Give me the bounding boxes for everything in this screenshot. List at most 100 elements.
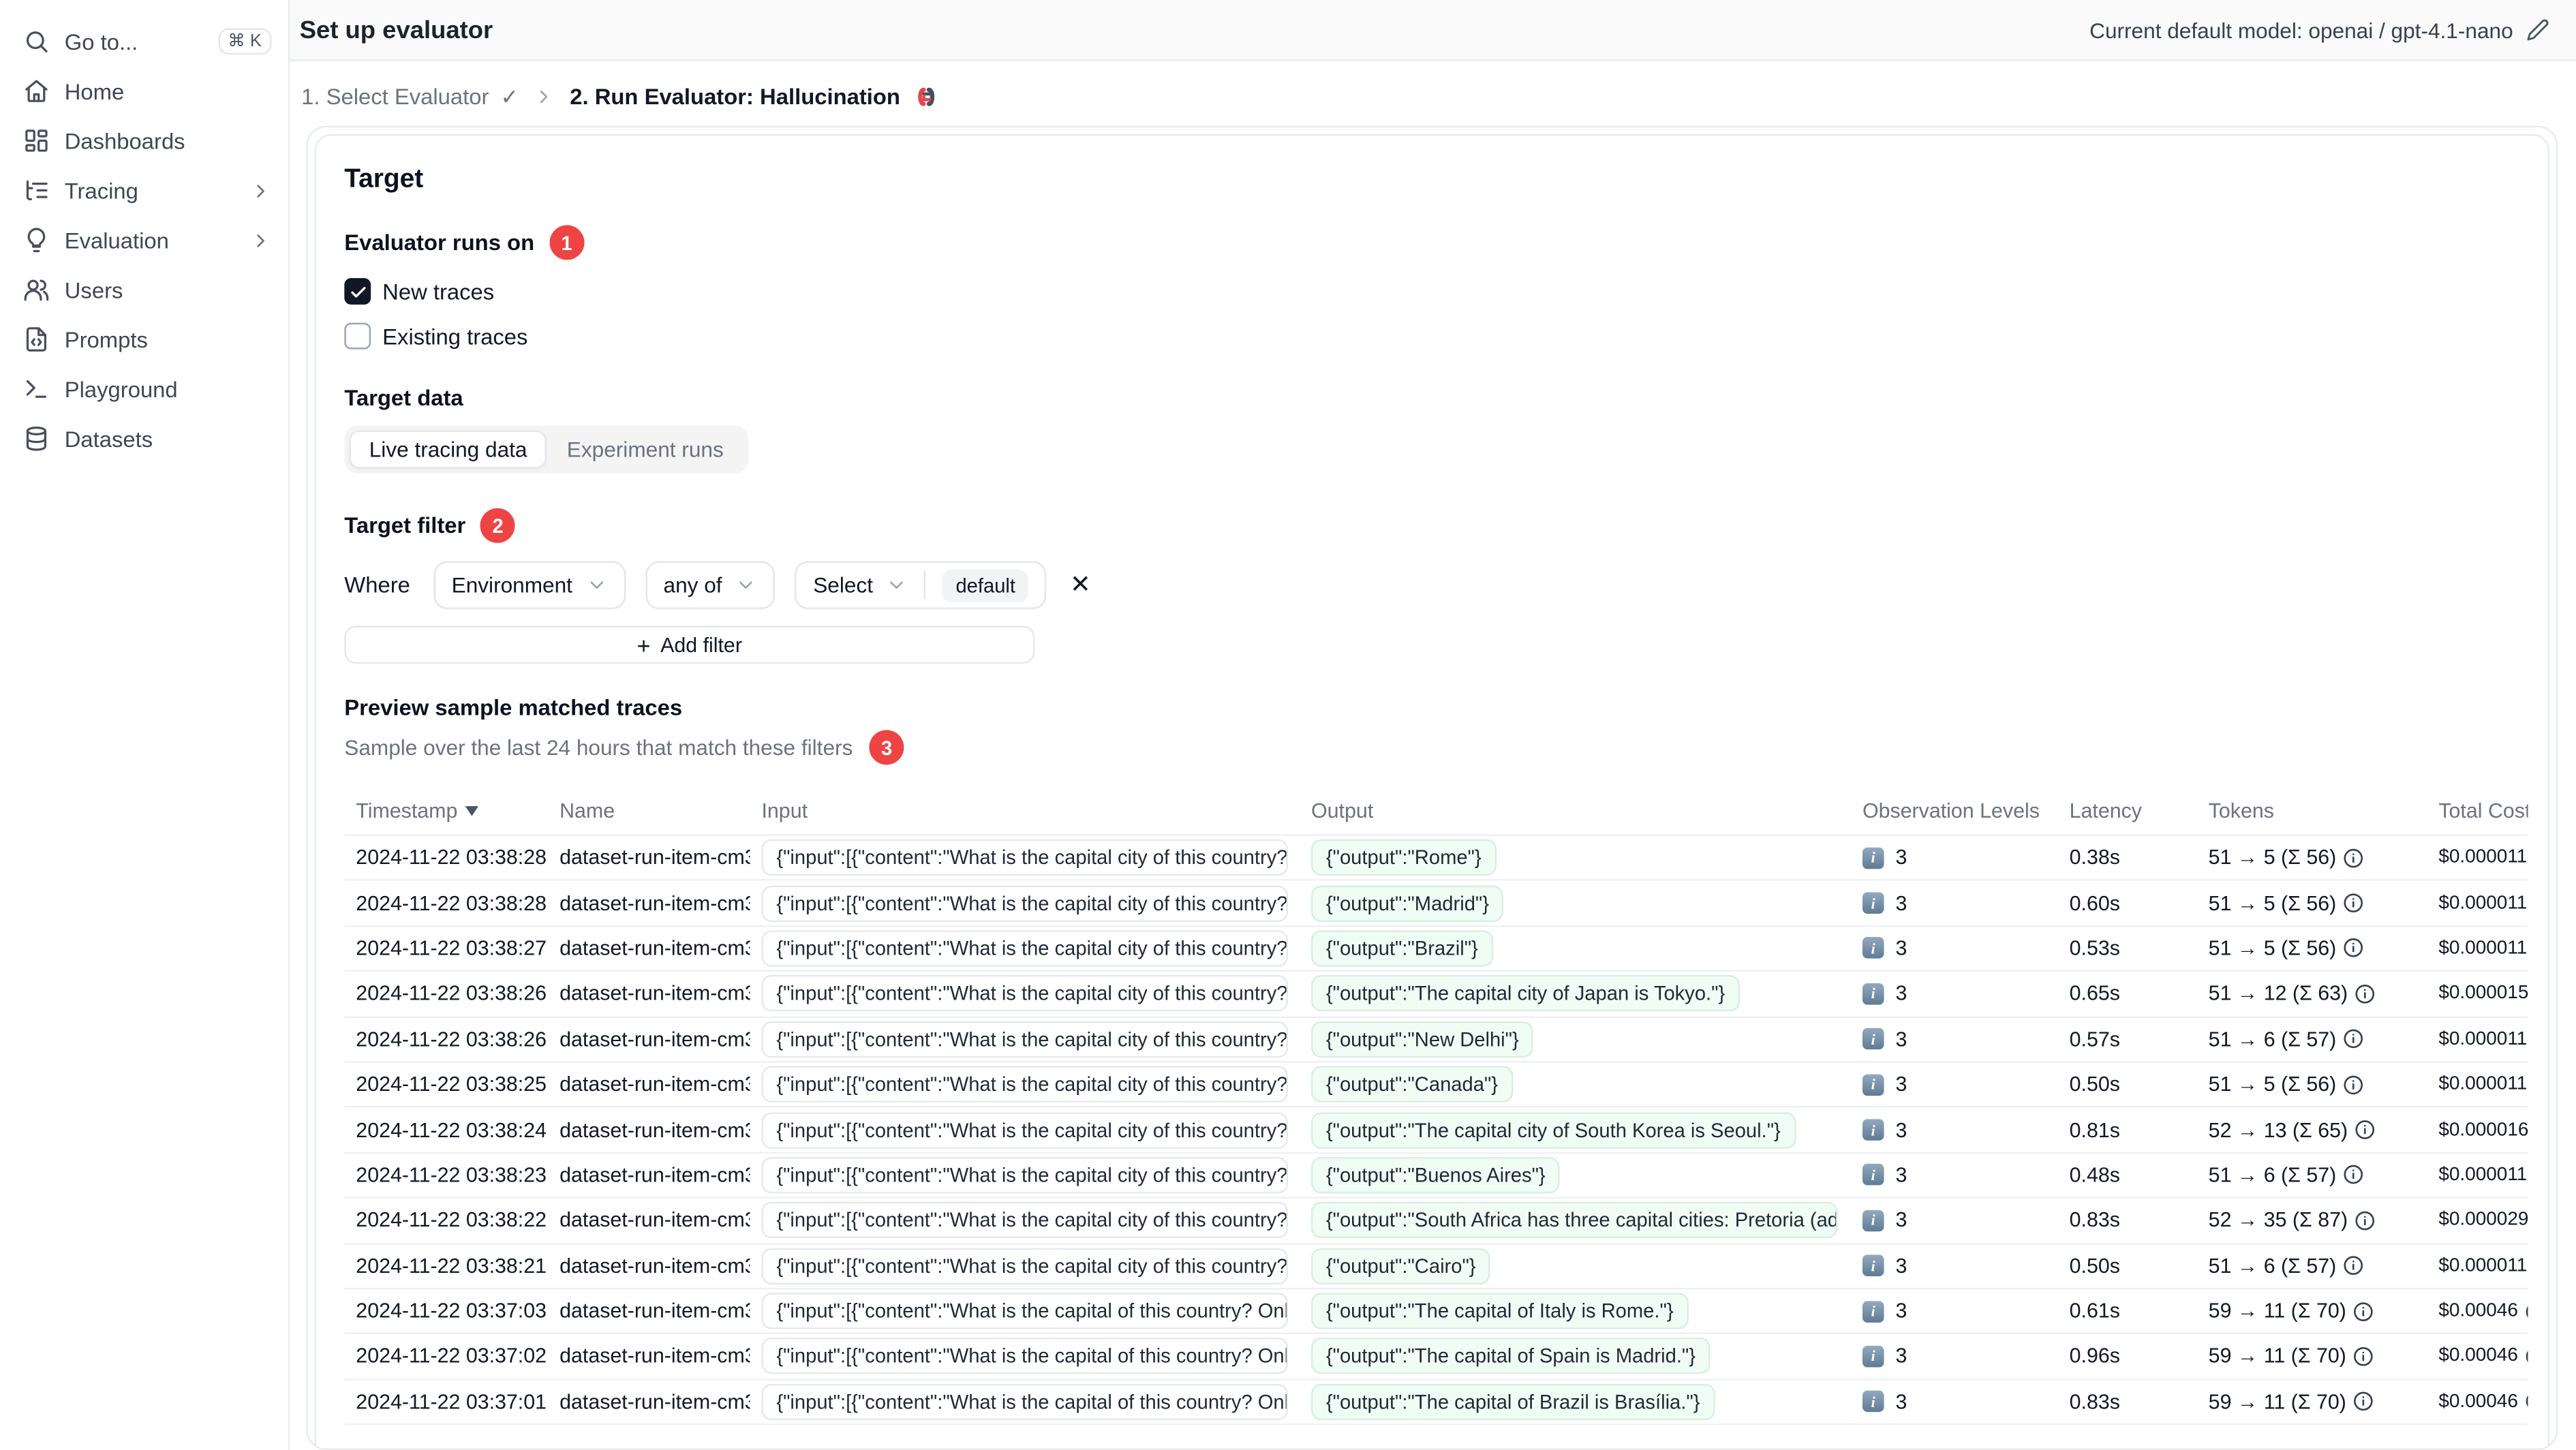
input-chip[interactable]: {"input":[{"content":"What is the capita… <box>761 1156 1288 1194</box>
cell-total-cost: $0.000029 <box>2438 1210 2528 1231</box>
edit-pencil-icon[interactable] <box>2526 18 2549 42</box>
terminal-icon <box>23 375 50 402</box>
existing-traces-checkbox[interactable] <box>344 322 371 350</box>
output-chip[interactable]: {"output":"South Africa has three capita… <box>1311 1202 1838 1239</box>
cell-output: {"output":"New Delhi"} <box>1300 1021 1851 1058</box>
table-row[interactable]: 2024-11-22 03:38:24 dataset-run-item-cm3… <box>344 1108 2528 1154</box>
output-chip[interactable]: {"output":"The capital of Spain is Madri… <box>1311 1338 1711 1375</box>
col-output[interactable]: Output <box>1300 799 1851 822</box>
table-row[interactable]: 2024-11-22 03:38:26 dataset-run-item-cm3… <box>344 972 2528 1017</box>
output-chip[interactable]: {"output":"Canada"} <box>1311 1066 1513 1103</box>
new-traces-option[interactable]: New traces <box>344 278 2547 305</box>
cell-total-cost: $0.000011 <box>2427 1255 2528 1277</box>
input-chip[interactable]: {"input":[{"content":"What is the capita… <box>761 839 1288 876</box>
table-row[interactable]: 2024-11-22 03:38:25 dataset-run-item-cm3… <box>344 1062 2528 1109</box>
sidebar-item-label: Tracing <box>64 178 138 203</box>
table-row[interactable]: 2024-11-22 03:37:03 dataset-run-item-cm3… <box>344 1289 2528 1335</box>
remove-filter-button[interactable]: ✕ <box>1070 573 1091 598</box>
output-chip[interactable]: {"output":"Brazil"} <box>1311 930 1493 967</box>
output-chip[interactable]: {"output":"Madrid"} <box>1311 884 1504 922</box>
col-tokens[interactable]: Tokens <box>2197 799 2427 822</box>
cell-tokens: 51 → 6 (Σ 57) <box>2197 1164 2427 1187</box>
cell-output: {"output":"The capital city of Japan is … <box>1300 975 1851 1013</box>
output-chip[interactable]: {"output":"The capital of Italy is Rome.… <box>1311 1293 1689 1329</box>
sidebar-item-home[interactable]: Home <box>0 66 288 116</box>
col-input[interactable]: Input <box>750 799 1300 822</box>
lightbulb-icon <box>23 227 50 253</box>
filter-column-select[interactable]: Environment <box>433 561 626 609</box>
cell-name: dataset-run-item-cm3s4 <box>559 1163 750 1187</box>
cell-name: dataset-run-item-cm3s4 <box>559 1118 750 1142</box>
input-chip[interactable]: {"input":[{"content":"What is the capita… <box>761 1338 1288 1375</box>
col-latency[interactable]: Latency <box>2058 799 2197 822</box>
output-chip[interactable]: {"output":"Rome"} <box>1311 839 1497 876</box>
col-name[interactable]: Name <box>548 799 750 822</box>
input-chip[interactable]: {"input":[{"content":"What is the capita… <box>761 1293 1288 1329</box>
cell-observation-levels: i 3 <box>1851 1118 2058 1141</box>
plus-icon: + <box>637 631 651 658</box>
table-row[interactable]: 2024-11-22 03:38:27 dataset-run-item-cm3… <box>344 927 2528 972</box>
input-chip[interactable]: {"input":[{"content":"What is the capita… <box>761 930 1288 967</box>
evaluator-runs-on-label: Evaluator runs on 1 <box>344 225 2547 260</box>
add-filter-button[interactable]: + Add filter <box>344 626 1035 664</box>
cell-input: {"input":[{"content":"What is the capita… <box>750 839 1300 876</box>
level-info-badge: i <box>1862 847 1884 869</box>
sidebar-item-evaluation[interactable]: Evaluation <box>0 215 288 265</box>
cell-total-cost: $0.000016 <box>2438 1120 2528 1140</box>
sidebar-item-users[interactable]: Users <box>0 265 288 315</box>
table-row[interactable]: 2024-11-22 03:38:26 dataset-run-item-cm3… <box>344 1017 2528 1063</box>
sidebar-item-playground[interactable]: Playground <box>0 364 288 414</box>
table-row[interactable]: 2024-11-22 03:38:28 dataset-run-item-cm3… <box>344 836 2528 882</box>
cell-output: {"output":"Brazil"} <box>1300 930 1851 967</box>
table-row[interactable]: 2024-11-22 03:37:01 dataset-run-item-cm3… <box>344 1380 2528 1425</box>
sidebar-search[interactable]: Go to... ⌘ K <box>0 16 288 66</box>
output-chip[interactable]: {"output":"The capital city of Japan is … <box>1311 975 1741 1013</box>
sidebar-search-label: Go to... <box>64 29 138 54</box>
new-traces-checkbox[interactable] <box>344 278 371 305</box>
output-chip[interactable]: {"output":"The capital city of South Kor… <box>1311 1111 1796 1148</box>
cell-name: dataset-run-item-cm3s4 <box>559 891 750 915</box>
existing-traces-option[interactable]: Existing traces <box>344 322 2547 350</box>
filter-value-select[interactable]: Select default <box>795 561 1047 609</box>
input-chip[interactable]: {"input":[{"content":"What is the capita… <box>761 884 1288 922</box>
sidebar-item-prompts[interactable]: Prompts <box>0 315 288 365</box>
input-chip[interactable]: {"input":[{"content":"What is the capita… <box>761 1202 1288 1239</box>
col-total-cost[interactable]: Total Cost <box>2427 799 2528 822</box>
cell-total-cost: $0.000011 <box>2427 847 2528 869</box>
cell-observation-levels: i 3 <box>1851 982 2058 1005</box>
cell-total-cost: $0.000011 <box>2427 938 2528 959</box>
sidebar-item-label: Playground <box>64 376 178 402</box>
input-chip[interactable]: {"input":[{"content":"What is the capita… <box>761 975 1288 1013</box>
tab-live-tracing-data[interactable]: Live tracing data <box>349 430 547 469</box>
col-observation-levels[interactable]: Observation Levels <box>1851 799 2058 822</box>
output-chip[interactable]: {"output":"New Delhi"} <box>1311 1021 1534 1058</box>
filter-row: Where Environment any of Select default … <box>344 561 2547 609</box>
table-row[interactable]: 2024-11-22 03:38:23 dataset-run-item-cm3… <box>344 1154 2528 1199</box>
table-row[interactable]: 2024-11-22 03:38:21 dataset-run-item-cm3… <box>344 1244 2528 1290</box>
input-chip[interactable]: {"input":[{"content":"What is the capita… <box>761 1021 1288 1058</box>
shortcut-badge: ⌘ K <box>217 27 272 55</box>
output-chip[interactable]: {"output":"Buenos Aires"} <box>1311 1156 1561 1194</box>
table-row[interactable]: 2024-11-22 03:37:02 dataset-run-item-cm3… <box>344 1335 2528 1380</box>
tab-experiment-runs[interactable]: Experiment runs <box>547 431 743 469</box>
cell-timestamp: 2024-11-22 03:37:03 <box>356 1299 547 1323</box>
table-row[interactable]: 2024-11-22 03:38:22 dataset-run-item-cm3… <box>344 1199 2528 1244</box>
input-chip[interactable]: {"input":[{"content":"What is the capita… <box>761 1066 1288 1103</box>
table-row[interactable]: 2024-11-22 03:38:28 dataset-run-item-cm3… <box>344 881 2528 927</box>
cell-observation-levels: i 3 <box>1851 1028 2058 1051</box>
filter-operator-select[interactable]: any of <box>645 561 776 609</box>
breadcrumb-step-1[interactable]: 1. Select Evaluator ✓ <box>301 84 519 110</box>
info-circle-icon <box>2343 1028 2365 1050</box>
sidebar-item-dashboards[interactable]: Dashboards <box>0 116 288 166</box>
input-chip[interactable]: {"input":[{"content":"What is the capita… <box>761 1383 1288 1421</box>
sidebar-item-tracing[interactable]: Tracing <box>0 166 288 215</box>
input-chip[interactable]: {"input":[{"content":"What is the capita… <box>761 1247 1288 1284</box>
output-chip[interactable]: {"output":"Cairo"} <box>1311 1247 1491 1284</box>
input-chip[interactable]: {"input":[{"content":"What is the capita… <box>761 1111 1288 1148</box>
chevron-right-icon <box>250 180 272 202</box>
col-timestamp[interactable]: Timestamp <box>344 799 548 822</box>
cell-input: {"input":[{"content":"What is the capita… <box>750 1021 1300 1058</box>
cell-name: dataset-run-item-cm3s4 <box>559 982 750 1006</box>
sidebar-item-datasets[interactable]: Datasets <box>0 414 288 463</box>
output-chip[interactable]: {"output":"The capital of Brazil is Bras… <box>1311 1383 1715 1421</box>
